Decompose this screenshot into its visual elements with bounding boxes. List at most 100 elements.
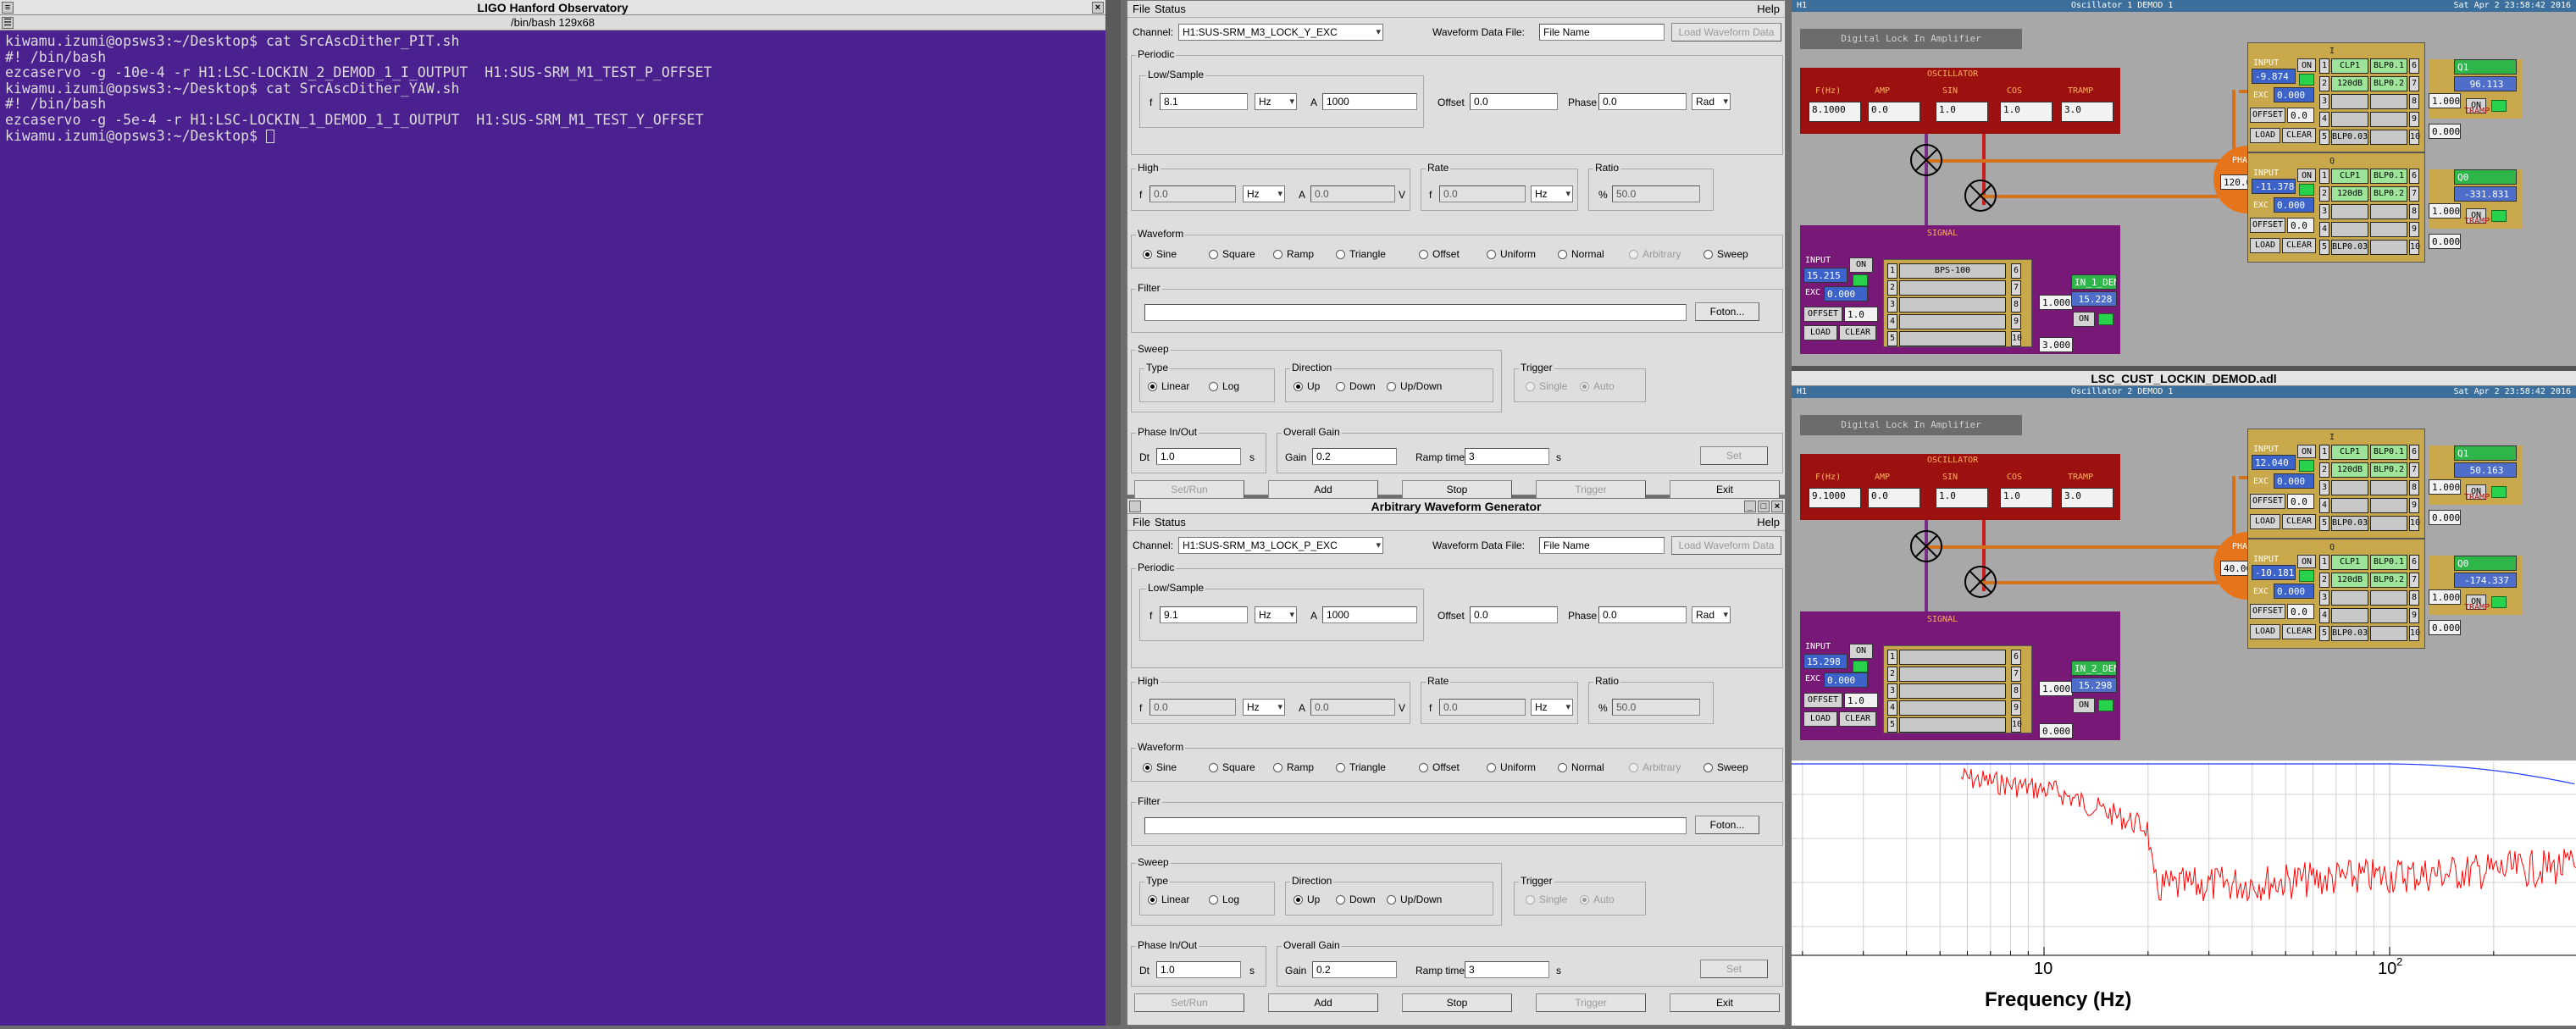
rate-f-field[interactable]: 0.0	[1439, 185, 1526, 202]
sig-clear-button[interactable]: CLEAR	[1839, 325, 1876, 340]
i-filter-b[interactable]: BLP0.2	[2370, 76, 2407, 91]
sig-offset-field[interactable]: 1.0	[1844, 307, 1878, 322]
sig-filter-num[interactable]: 7	[2011, 667, 2021, 682]
i-clear-button[interactable]: CLEAR	[2282, 514, 2316, 529]
sig-filter-num[interactable]: 10	[2011, 331, 2022, 346]
sig-gain-field[interactable]: 1.000	[2039, 681, 2073, 696]
f-unit-select[interactable]: Hz	[1255, 606, 1297, 623]
add-button[interactable]: Add	[1268, 480, 1378, 499]
auto-radio[interactable]	[1580, 895, 1589, 905]
i-filter-num[interactable]: 7	[2409, 76, 2419, 91]
high-f-field[interactable]: 0.0	[1150, 185, 1236, 202]
awg-window-1[interactable]: File Status Help Channel: H1:SUS-SRM_M3_LOCK…	[1127, 0, 1786, 499]
q-filter-b[interactable]	[2370, 204, 2407, 219]
q-load-button[interactable]: LOAD	[2250, 238, 2280, 253]
q-on-button[interactable]: ON	[2297, 169, 2316, 182]
q-filter-b[interactable]: BLP0.1	[2370, 169, 2407, 184]
lockin-medm-2[interactable]: H1 Oscillator 2 DEMOD 1 Sat Apr 2 23:58:42…	[1792, 386, 2576, 761]
q-filter-a[interactable]: 120dB	[2331, 186, 2368, 202]
q-filter-a[interactable]: BLP0.03	[2331, 240, 2368, 255]
high-unit-select[interactable]: Hz	[1243, 699, 1285, 716]
i-gain-field[interactable]: 1.000	[2429, 93, 2461, 108]
i-filter-num[interactable]: 4	[2319, 112, 2329, 127]
i-filter-num[interactable]: 2	[2319, 76, 2329, 91]
terminal-titlebar[interactable]: LIGO Hanford Observatory ≡ ×	[0, 0, 1105, 15]
q-filter-num[interactable]: 5	[2319, 626, 2329, 641]
waveform-radio-arbitrary[interactable]	[1629, 763, 1638, 772]
sig-filter-num[interactable]: 6	[2011, 263, 2021, 279]
setrun-button[interactable]: Set/Run	[1134, 480, 1244, 499]
osc-value-field[interactable]: 0.0	[1868, 102, 1920, 122]
updown-radio[interactable]	[1387, 382, 1396, 391]
linear-radio[interactable]	[1148, 895, 1157, 905]
sig-out-on-button[interactable]: ON	[2073, 698, 2095, 713]
dt-field[interactable]: 1.0	[1156, 961, 1241, 978]
sig-filter-num[interactable]: 2	[1887, 667, 1897, 682]
lockin-medm-1[interactable]: H1 Oscillator 1 DEMOD 1 Sat Apr 2 23:58:42…	[1792, 0, 2576, 366]
menu-file[interactable]: File	[1133, 3, 1150, 15]
waveform-file-field[interactable]: File Name	[1539, 537, 1665, 554]
ramp-time-field[interactable]: 3	[1465, 961, 1549, 978]
sig-filter-button[interactable]	[1899, 331, 2006, 346]
waveform-radio-offset[interactable]	[1419, 250, 1428, 259]
sig-clear-button[interactable]: CLEAR	[1839, 711, 1876, 727]
terminal-menu-icon[interactable]: ☰	[2, 17, 14, 29]
q-filter-num[interactable]: 8	[2409, 204, 2419, 219]
sig-offset-field[interactable]: 1.0	[1844, 693, 1878, 708]
i-out-zero-field[interactable]: 0.000	[2429, 124, 2461, 139]
waveform-radio-ramp[interactable]	[1273, 763, 1282, 772]
osc-value-field[interactable]: 8.1000	[1809, 102, 1861, 122]
waveform-radio-ramp[interactable]	[1273, 250, 1282, 259]
sig-filter-num[interactable]: 5	[1887, 717, 1897, 733]
i-filter-a[interactable]: BLP0.03	[2331, 516, 2368, 531]
high-a-field[interactable]: 0.0	[1310, 699, 1395, 716]
filter-field[interactable]	[1144, 817, 1687, 834]
channel-select[interactable]: H1:SUS-SRM_M3_LOCK_Y_EXC	[1178, 24, 1383, 41]
i-filter-a[interactable]	[2331, 480, 2368, 495]
i-clear-button[interactable]: CLEAR	[2282, 128, 2316, 143]
load-waveform-button[interactable]: Load Waveform Data	[1671, 23, 1781, 41]
sig-tramp-field[interactable]: 0.000	[2039, 723, 2073, 739]
i-filter-num[interactable]: 2	[2319, 462, 2329, 478]
ratio-field[interactable]: 50.0	[1612, 185, 1700, 202]
up-radio[interactable]	[1294, 895, 1303, 905]
i-load-button[interactable]: LOAD	[2250, 128, 2280, 143]
auto-radio[interactable]	[1580, 382, 1589, 391]
q-filter-b[interactable]	[2370, 590, 2407, 606]
q-filter-a[interactable]: BLP0.03	[2331, 626, 2368, 641]
q-filter-num[interactable]: 9	[2409, 608, 2419, 623]
sig-filter-button[interactable]: BPS-100	[1899, 263, 2006, 279]
q-filter-a[interactable]	[2331, 222, 2368, 237]
channel-select[interactable]: H1:SUS-SRM_M3_LOCK_P_EXC	[1178, 537, 1383, 554]
q-filter-a[interactable]: 120dB	[2331, 573, 2368, 588]
q-filter-num[interactable]: 4	[2319, 608, 2329, 623]
waveform-file-field[interactable]: File Name	[1539, 24, 1665, 41]
dt-field[interactable]: 1.0	[1156, 448, 1241, 465]
gain-field[interactable]: 0.2	[1312, 448, 1397, 465]
q-filter-a[interactable]	[2331, 590, 2368, 606]
sig-on-button[interactable]: ON	[1849, 644, 1873, 659]
q-on-button[interactable]: ON	[2297, 555, 2316, 568]
q-filter-num[interactable]: 1	[2319, 169, 2329, 184]
i-filter-num[interactable]: 1	[2319, 58, 2329, 74]
q-filter-b[interactable]: BLP0.2	[2370, 186, 2407, 202]
sig-filter-button[interactable]	[1899, 280, 2006, 296]
foton-button[interactable]: Foton...	[1695, 302, 1759, 321]
q-filter-num[interactable]: 10	[2409, 626, 2420, 641]
sig-offset-button[interactable]: OFFSET	[1803, 307, 1842, 322]
sig-filter-num[interactable]: 6	[2011, 650, 2021, 665]
i-on-button[interactable]: ON	[2297, 445, 2316, 458]
i-filter-b[interactable]	[2370, 94, 2407, 109]
minimize-icon[interactable]: _	[1744, 501, 1756, 512]
menu-help[interactable]: Help	[1757, 516, 1780, 528]
terminal-output[interactable]: kiwamu.izumi@opsws3:~/Desktop$ cat SrcAs…	[0, 30, 1105, 147]
add-button[interactable]: Add	[1268, 993, 1378, 1012]
sig-filter-num[interactable]: 1	[1887, 263, 1897, 279]
sig-filter-num[interactable]: 8	[2011, 297, 2021, 313]
waveform-radio-arbitrary[interactable]	[1629, 250, 1638, 259]
single-radio[interactable]	[1526, 382, 1535, 391]
i-filter-num[interactable]: 6	[2409, 58, 2419, 74]
q-filter-num[interactable]: 2	[2319, 573, 2329, 588]
sig-filter-button[interactable]	[1899, 700, 2006, 716]
a-field[interactable]: 1000	[1322, 606, 1417, 623]
